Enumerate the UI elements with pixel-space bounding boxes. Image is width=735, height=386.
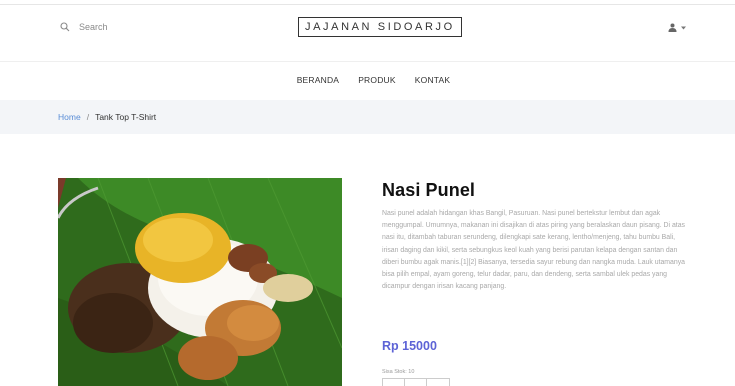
brand-logo[interactable]: JAJANAN SIDOARJO — [298, 17, 462, 37]
breadcrumb-bar: Home / Tank Top T-Shirt — [0, 100, 735, 134]
product-price: Rp 15000 — [382, 339, 437, 353]
quantity-increase-button[interactable] — [427, 379, 449, 386]
chevron-down-icon[interactable] — [681, 26, 686, 30]
product-image — [58, 178, 342, 386]
breadcrumb: Home / Tank Top T-Shirt — [58, 112, 156, 122]
quantity-stepper[interactable] — [382, 378, 450, 386]
nav-item-beranda[interactable]: BERANDA — [297, 75, 340, 85]
nav-item-produk[interactable]: PRODUK — [358, 75, 396, 85]
breadcrumb-separator: / — [86, 112, 90, 122]
search-input[interactable] — [79, 22, 199, 32]
stock-label: Sisa Stok: 10 — [382, 369, 415, 375]
breadcrumb-current: Tank Top T-Shirt — [95, 112, 157, 122]
breadcrumb-home-link[interactable]: Home — [58, 112, 81, 122]
account-menu[interactable] — [668, 23, 686, 32]
quantity-decrease-button[interactable] — [383, 379, 405, 386]
user-icon[interactable] — [668, 23, 677, 32]
product-description: Nasi punel adalah hidangan khas Bangil, … — [382, 210, 685, 291]
search-icon[interactable] — [60, 22, 70, 32]
main-nav: BERANDA PRODUK KONTAK — [0, 75, 735, 85]
product-photo — [58, 178, 342, 386]
product-title: Nasi Punel — [382, 180, 476, 200]
nav-item-kontak[interactable]: KONTAK — [415, 75, 451, 85]
search-box[interactable] — [60, 22, 199, 32]
site-header: JAJANAN SIDOARJO — [0, 5, 735, 61]
quantity-field[interactable] — [405, 379, 427, 386]
nav-divider — [0, 61, 735, 62]
